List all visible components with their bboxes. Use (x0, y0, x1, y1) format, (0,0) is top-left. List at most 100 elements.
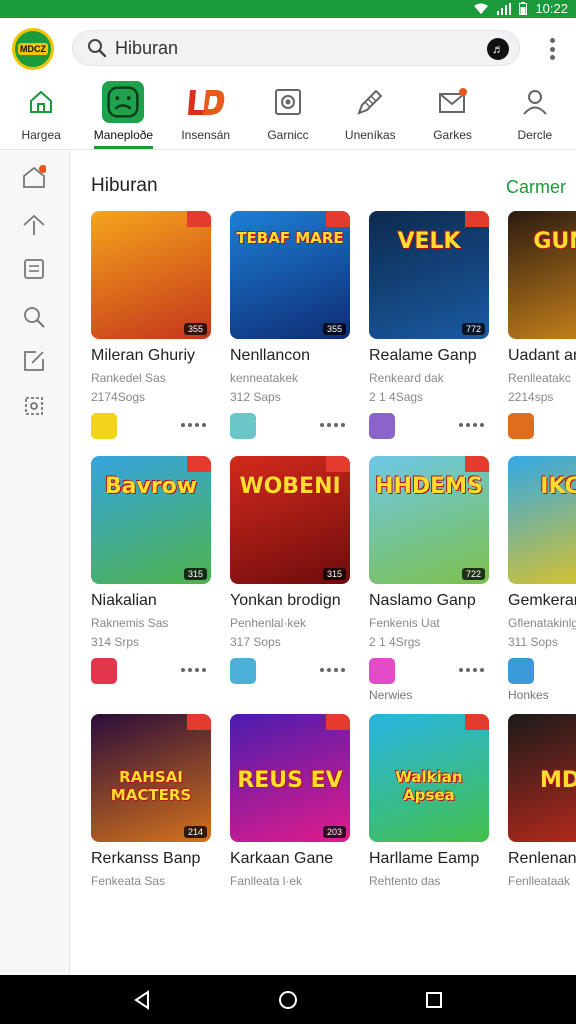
more-options-icon[interactable] (320, 668, 345, 672)
ad-corner-badge (465, 211, 489, 227)
app-size: 2 1 4Sags (369, 390, 424, 404)
app-thumbnail[interactable]: HHDEMS 722 (369, 456, 489, 584)
app-thumbnail[interactable]: RAHSAI MACTERS 214 (91, 714, 211, 842)
tab-hargea[interactable]: Hargea (0, 78, 82, 149)
ad-corner-badge (187, 211, 211, 227)
app-developer: Renlleatakc (508, 371, 571, 385)
tab-label: Insensán (181, 128, 231, 142)
more-options-icon[interactable] (459, 423, 484, 427)
content-area: Hiburan Carmer 355 Mileran Ghuriy Rankedel… (70, 151, 576, 975)
status-bar: 10:22 (0, 0, 576, 18)
app-logo-text: MDCZ (18, 43, 48, 55)
app-name: Mileran Ghuriy (91, 347, 196, 364)
app-thumbnail[interactable]: VELK 772 (369, 211, 489, 339)
share-icon[interactable] (22, 349, 46, 373)
app-thumbnail[interactable]: TEBAF MARE 355 (230, 211, 350, 339)
app-thumbnail[interactable]: GUNE (508, 211, 576, 339)
app-card[interactable]: IKCF Gemkeram Gflenatakinlg 311 Sops Honkes (508, 456, 576, 702)
app-card[interactable]: 355 Mileran Ghuriy Rankedel Sas 2174Sogs (91, 211, 211, 439)
app-icon[interactable] (508, 413, 534, 439)
rating-badge: 214 (183, 826, 207, 838)
thumbnail-title: REUS EV (237, 768, 343, 793)
tab-maneplode[interactable]: Maneploðe (82, 78, 164, 149)
app-icon[interactable] (230, 413, 256, 439)
thumbnail-title: TEBAF MARE (236, 229, 344, 247)
app-card[interactable]: RAHSAI MACTERS 214 Rerkanss Banp Fenkeata S… (91, 714, 211, 888)
app-card[interactable]: Bavrow 315 Niakalian Raknemis Sas 314 Srps (91, 456, 211, 684)
upload-icon[interactable] (22, 213, 46, 237)
home-badge-icon[interactable] (22, 165, 46, 189)
app-thumbnail[interactable]: IKCF (508, 456, 576, 584)
ad-corner-badge (465, 714, 489, 730)
app-name: Uadant an (508, 347, 576, 364)
app-card[interactable]: Walkian Apsea Harllame Eamp Rehtento das (369, 714, 489, 888)
app-icon[interactable] (508, 658, 534, 684)
app-logo[interactable]: MDCZ (12, 28, 54, 70)
ad-corner-badge (326, 456, 350, 472)
battery-icon (519, 2, 528, 15)
settings-icon[interactable] (22, 394, 46, 418)
app-card[interactable]: GUNE Uadant an Renlleatakc 2214sps (508, 211, 576, 439)
card-meta-row (230, 658, 350, 684)
app-developer: Penhenlal·kek (230, 616, 307, 630)
app-card[interactable]: REUS EV 203 Karkaan Gane Fanlleata l·ek (230, 714, 350, 888)
app-developer: Rehtento das (369, 874, 441, 888)
tab-label: Dercle (517, 128, 553, 142)
sidebar (0, 151, 70, 975)
more-options-icon[interactable] (459, 668, 484, 672)
search-icon (88, 39, 107, 58)
app-icon[interactable] (91, 658, 117, 684)
more-options-icon[interactable] (181, 423, 206, 427)
app-size: 314 Srps (91, 635, 140, 649)
app-name: Gemkeram (508, 592, 576, 609)
app-thumbnail[interactable]: Bavrow 315 (91, 456, 211, 584)
tab-garnicc[interactable]: Garnicc (247, 78, 329, 149)
search-icon[interactable] (22, 305, 46, 329)
tab-garkes[interactable]: Garkes (411, 78, 493, 149)
app-size: 312 Saps (230, 390, 281, 404)
app-tag: Honkes (508, 688, 549, 702)
more-options-icon[interactable] (320, 423, 345, 427)
app-card[interactable]: MDS Renlenans Fenlleataak (508, 714, 576, 888)
app-thumbnail[interactable]: MDS (508, 714, 576, 842)
tab-label: Hargea (21, 128, 61, 142)
rating-badge: 315 (183, 568, 207, 580)
app-thumbnail[interactable]: REUS EV 203 (230, 714, 350, 842)
list-icon[interactable] (22, 257, 46, 281)
tab-label: Garkes (433, 128, 472, 142)
tab-unenikas[interactable]: Uneníkas (329, 78, 411, 149)
app-icon[interactable] (91, 413, 117, 439)
app-developer: Fenkenis Uat (369, 616, 440, 630)
home-circle-icon[interactable] (275, 987, 301, 1013)
more-options-icon[interactable] (181, 668, 206, 672)
back-icon[interactable] (129, 987, 155, 1013)
card-meta-row (369, 413, 489, 439)
app-icon[interactable] (369, 413, 395, 439)
app-thumbnail[interactable]: 355 (91, 211, 211, 339)
app-card[interactable]: HHDEMS 722 Naslamo Ganp Fenkenis Uat 2 1 4Sr… (369, 456, 489, 702)
app-developer: Fanlleata l·ek (230, 874, 303, 888)
see-all-link[interactable]: Carmer (506, 177, 566, 198)
app-icon[interactable] (230, 658, 256, 684)
recents-icon[interactable] (421, 987, 447, 1013)
tab-insensan[interactable]: Insensán (165, 78, 247, 149)
rating-badge: 772 (461, 323, 485, 335)
search-bar[interactable]: ♬ (72, 30, 520, 66)
person-icon (523, 90, 547, 115)
app-card[interactable]: TEBAF MARE 355 Nenllancon kenneatakek 312 Sa… (230, 211, 350, 439)
app-thumbnail[interactable]: Walkian Apsea (369, 714, 489, 842)
app-name: Niakalian (91, 592, 157, 609)
mail-icon (438, 88, 467, 113)
section-title: Hiburan (91, 175, 158, 196)
status-time: 10:22 (535, 1, 568, 16)
tab-label: Maneploðe (93, 128, 154, 142)
app-card[interactable]: VELK 772 Realame Ganp Renkeard dak 2 1 4Sags (369, 211, 489, 439)
overflow-menu-icon[interactable] (550, 38, 556, 60)
search-input[interactable] (115, 37, 475, 59)
tab-dercle[interactable]: Dercle (494, 78, 576, 149)
voice-search-icon[interactable]: ♬ (487, 38, 509, 60)
thumbnail-title: VELK (397, 229, 461, 254)
app-thumbnail[interactable]: WOBENI 315 (230, 456, 350, 584)
app-card[interactable]: WOBENI 315 Yonkan brodign Penhenlal·kek 317 … (230, 456, 350, 684)
app-icon[interactable] (369, 658, 395, 684)
